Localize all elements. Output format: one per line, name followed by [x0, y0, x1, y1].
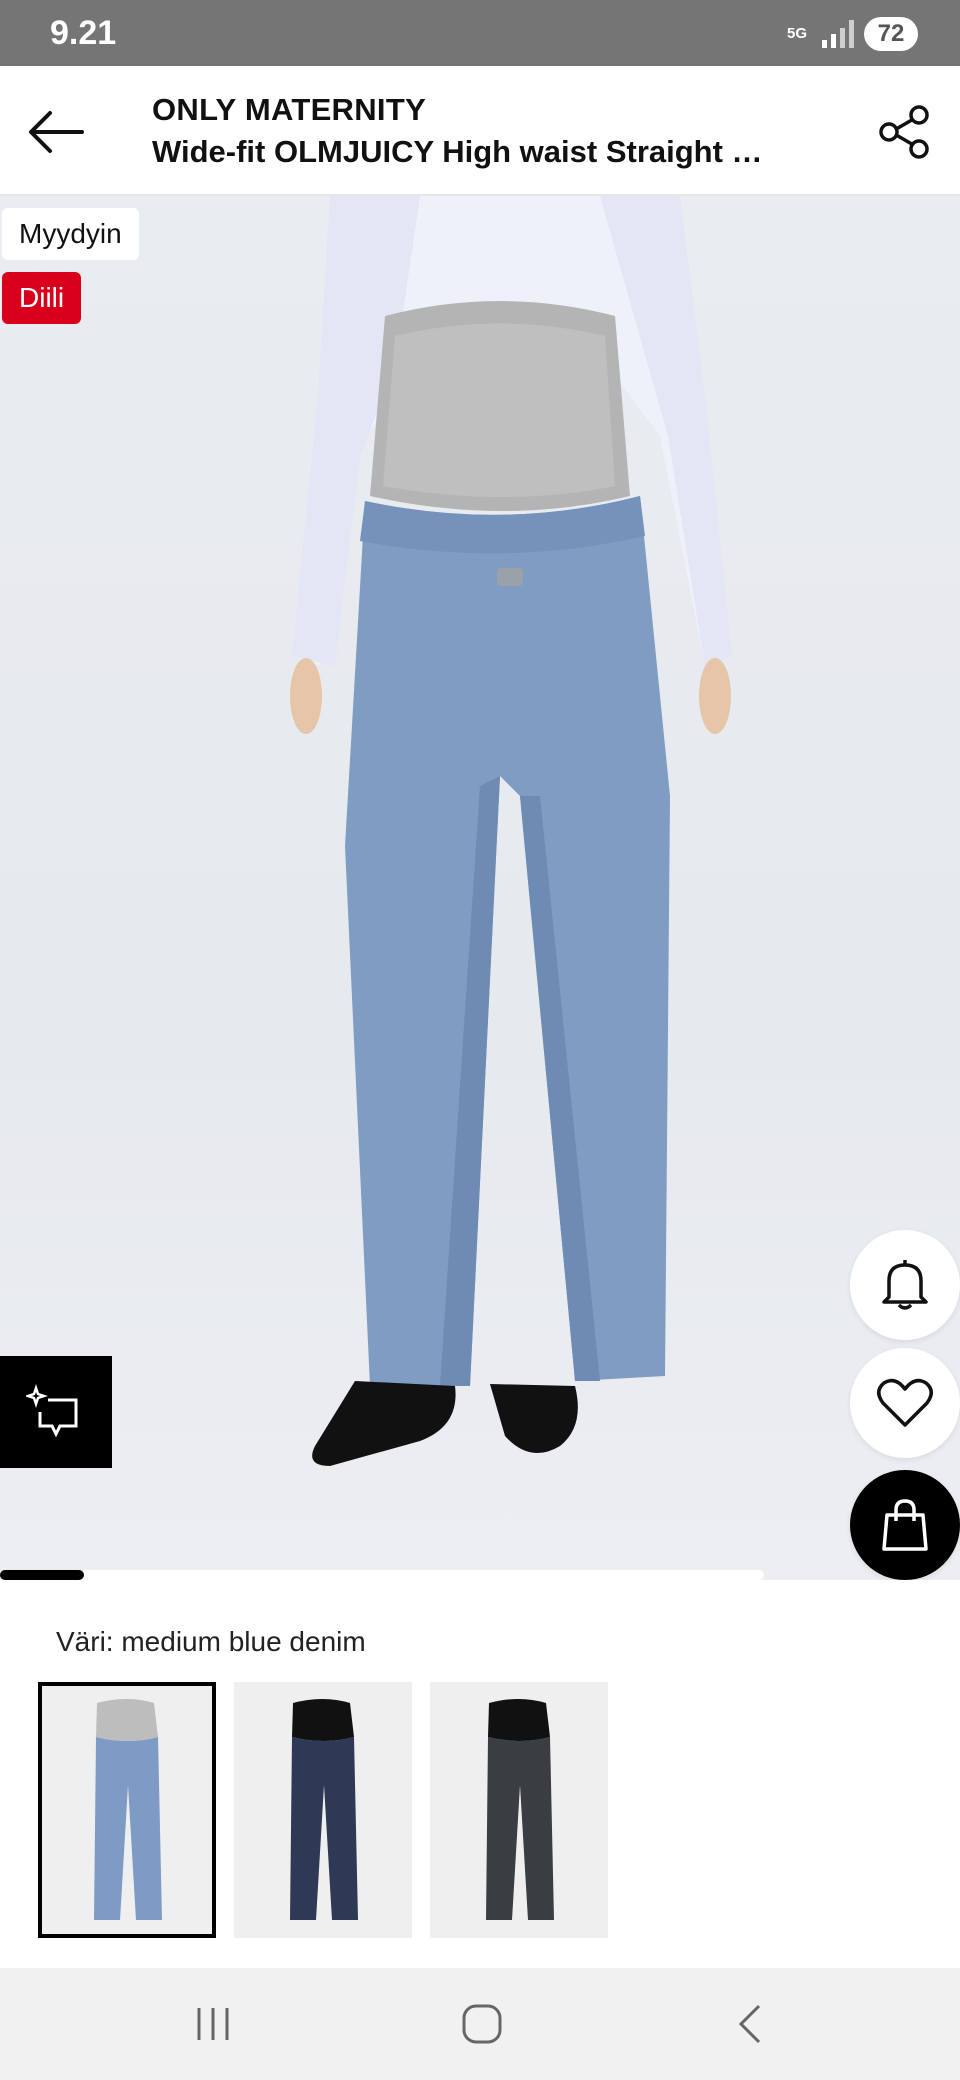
arrow-left-icon: [29, 111, 84, 153]
product-header: ONLY MATERNITY Wide-fit OLMJUICY High wa…: [0, 66, 960, 196]
jeans-thumbnail: [290, 1699, 358, 1920]
jeans-legs: [486, 1737, 554, 1920]
bestseller-badge: Myydyin: [2, 208, 139, 260]
brand-name: ONLY MATERNITY: [152, 92, 427, 127]
carousel-progress-fill: [0, 1570, 85, 1580]
notify-button[interactable]: [850, 1230, 960, 1340]
battery-icon: 72: [864, 17, 918, 51]
color-label: Väri: medium blue denim: [56, 1626, 366, 1657]
product-title: Wide-fit OLMJUICY High waist Straight …: [152, 134, 763, 169]
add-to-bag-button[interactable]: [850, 1470, 960, 1580]
share-icon: [879, 105, 929, 159]
jeans-legs: [94, 1737, 162, 1920]
try-on-button[interactable]: [0, 1356, 112, 1468]
system-nav-bar: [0, 1968, 960, 2080]
recent-apps-button[interactable]: [173, 1994, 253, 2054]
color-swatch[interactable]: [234, 1682, 412, 1938]
belly-band: [96, 1699, 158, 1741]
home-icon: [462, 2004, 502, 2044]
favorite-button[interactable]: [850, 1348, 960, 1458]
try-on-icon: [26, 1384, 78, 1438]
product-photo: [290, 196, 732, 1466]
shopping-bag-icon: [882, 1499, 928, 1551]
belly-band: [488, 1699, 550, 1741]
back-button[interactable]: [20, 96, 92, 168]
heart-icon: [877, 1378, 933, 1427]
color-swatch[interactable]: [38, 1682, 216, 1938]
belly-band: [292, 1699, 354, 1741]
battery-level: 72: [877, 20, 905, 47]
recent-apps-icon: [197, 2008, 229, 2040]
share-button[interactable]: [868, 96, 940, 168]
carousel-progress: [0, 1570, 764, 1580]
deal-badge: Diili: [2, 272, 82, 324]
status-icons: 5G 72: [782, 14, 918, 54]
status-time: 9.21: [50, 14, 117, 52]
bell-icon: [882, 1260, 928, 1310]
status-bar: 9.21 5G 72: [0, 0, 960, 66]
signal-icon: [822, 20, 854, 48]
jeans-thumbnail: [94, 1699, 162, 1920]
back-icon: [738, 2004, 761, 2044]
color-swatches: [38, 1682, 608, 1938]
jeans-thumbnail: [486, 1699, 554, 1920]
product-image-carousel[interactable]: Myydyin Diili: [0, 196, 960, 1580]
system-back-button[interactable]: [710, 1994, 790, 2054]
color-swatch[interactable]: [430, 1682, 608, 1938]
home-button[interactable]: [442, 1994, 522, 2054]
jeans-legs: [290, 1737, 358, 1920]
network-type: 5G: [786, 25, 807, 42]
